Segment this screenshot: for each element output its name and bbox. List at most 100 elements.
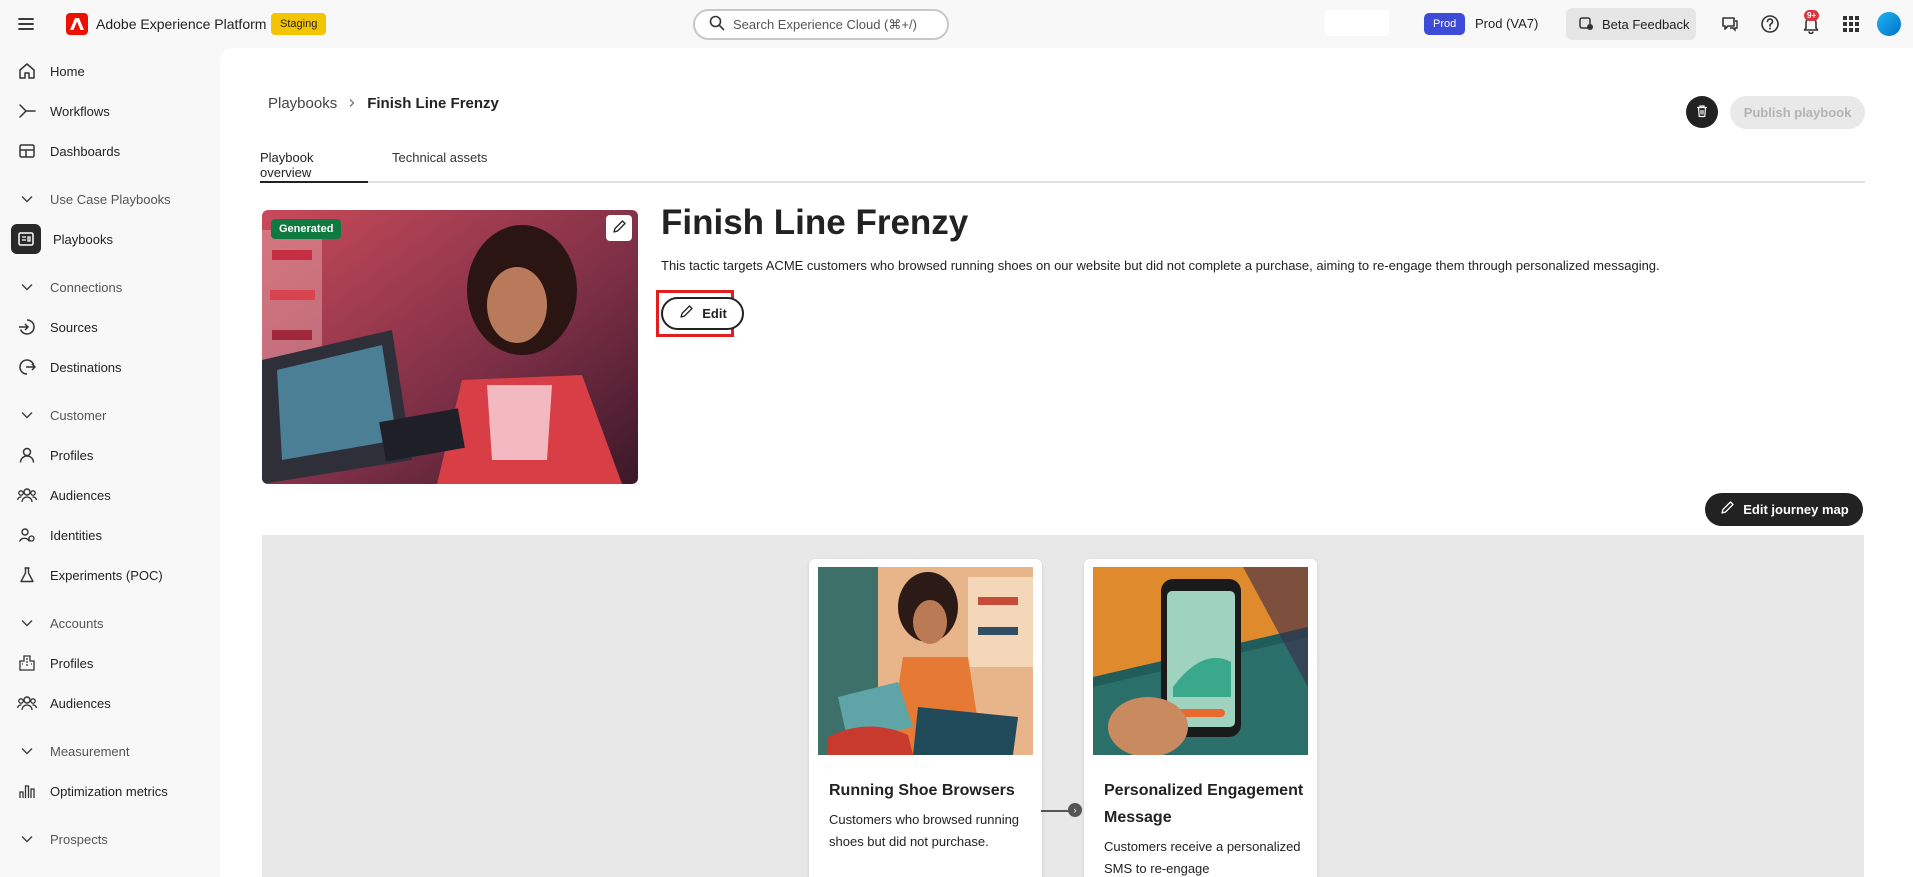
breadcrumb-current: Finish Line Frenzy [367, 95, 499, 112]
app-switcher-grid-icon[interactable] [1839, 12, 1863, 36]
app-name: Adobe Experience Platform [96, 16, 267, 32]
dashboards-icon [16, 140, 38, 162]
tab-bar: Playbook overview Technical assets [260, 150, 1865, 183]
top-bar: Adobe Experience Platform Staging Search… [0, 0, 1913, 48]
sidebar-item-home[interactable]: Home [8, 54, 208, 88]
search-icon [709, 15, 725, 34]
chat-feedback-icon[interactable] [1718, 12, 1742, 36]
beta-feedback-button[interactable]: Beta Feedback [1566, 8, 1696, 40]
journey-card-image [1093, 567, 1308, 757]
breadcrumb: Playbooks Finish Line Frenzy [268, 95, 499, 112]
home-icon [16, 60, 38, 82]
sidebar-item-destinations[interactable]: Destinations [8, 350, 208, 384]
generated-badge: Generated [271, 219, 342, 239]
trash-icon [1695, 104, 1709, 121]
feedback-icon [1578, 15, 1594, 34]
sidebar-item-customer-audiences[interactable]: Audiences [8, 478, 208, 512]
edit-image-button[interactable] [606, 215, 632, 241]
sidebar-item-account-audiences[interactable]: Audiences [8, 686, 208, 720]
journey-card-text: Customers receive a personalized SMS to … [1104, 839, 1301, 876]
edit-journey-map-button[interactable]: Edit journey map [1705, 493, 1863, 526]
publish-playbook-button[interactable]: Publish playbook [1730, 96, 1865, 129]
tab-playbook-overview[interactable]: Playbook overview [260, 150, 368, 183]
chevron-down-icon [16, 612, 38, 634]
pencil-icon [1719, 500, 1735, 519]
pencil-icon [611, 219, 627, 238]
sidebar-section-connections[interactable]: Connections [8, 270, 208, 304]
sidebar-item-dashboards[interactable]: Dashboards [8, 134, 208, 168]
sidebar-section-label: Connections [50, 279, 123, 295]
sidebar-section-measurement[interactable]: Measurement [8, 734, 208, 768]
sidebar-item-optimization-metrics[interactable]: Optimization metrics [8, 774, 208, 808]
chevron-down-icon [16, 404, 38, 426]
adobe-logo-icon [66, 13, 88, 35]
edit-details-button[interactable]: Edit [661, 297, 744, 330]
sidebar-section-accounts[interactable]: Accounts [8, 606, 208, 640]
flask-icon [16, 564, 38, 586]
sidebar-nav: Home Workflows Dashboards Use Case Playb… [0, 48, 220, 877]
sidebar-item-sources[interactable]: Sources [8, 310, 208, 344]
sidebar-section-prospects[interactable]: Prospects [8, 822, 208, 856]
sidebar-section-use-case-playbooks[interactable]: Use Case Playbooks [8, 182, 208, 216]
playbook-hero-image: Generated [262, 210, 638, 484]
chevron-down-icon [16, 740, 38, 762]
sidebar-section-label: Use Case Playbooks [50, 191, 171, 207]
workflows-icon [16, 100, 38, 122]
journey-card-personalized-engagement[interactable]: Personalized Engagement Message Customer… [1084, 559, 1317, 877]
sidebar-section-label: Accounts [50, 615, 104, 631]
sidebar-item-customer-profiles[interactable]: Profiles [8, 438, 208, 472]
audiences-icon [16, 692, 38, 714]
sidebar-section-customer[interactable]: Customer [8, 398, 208, 432]
sidebar-item-label: Audiences [50, 695, 111, 711]
playbook-description: This tactic targets ACME customers who b… [661, 258, 1660, 273]
sidebar-item-playbooks[interactable]: Playbooks [8, 222, 208, 256]
sidebar-item-account-profiles[interactable]: Profiles [8, 646, 208, 680]
user-avatar[interactable] [1877, 12, 1901, 36]
sidebar-item-label: Home [50, 63, 85, 79]
sidebar-item-identities[interactable]: Identities [8, 518, 208, 552]
sidebar-item-label: Profiles [50, 655, 94, 671]
journey-card-running-shoe-browsers[interactable]: Running Shoe Browsers Customers who brow… [809, 559, 1042, 877]
search-input[interactable]: Search Experience Cloud (⌘+/) [693, 9, 949, 40]
notification-count-badge: 9+ [1804, 10, 1820, 21]
metrics-icon [16, 780, 38, 802]
delete-playbook-button[interactable] [1686, 96, 1718, 128]
environment-badge: Staging [271, 13, 327, 35]
sidebar-item-label: Audiences [50, 487, 111, 503]
sidebar-item-label: Playbooks [53, 231, 113, 247]
sidebar-item-label: Destinations [50, 359, 122, 375]
hamburger-menu-icon[interactable] [16, 14, 36, 34]
journey-card-image [818, 567, 1033, 755]
sidebar-item-label: Identities [50, 527, 103, 543]
connector-arrow-icon[interactable]: › [1068, 803, 1082, 817]
tab-technical-assets[interactable]: Technical assets [392, 150, 487, 183]
journey-map-canvas[interactable]: Running Shoe Browsers Customers who brow… [262, 535, 1864, 877]
sidebar-item-label: Optimization metrics [50, 783, 168, 799]
sidebar-item-label: Profiles [50, 447, 94, 463]
app-brand[interactable]: Adobe Experience Platform [66, 13, 266, 35]
search-placeholder: Search Experience Cloud (⌘+/) [733, 16, 917, 32]
journey-card-title: Running Shoe Browsers [829, 782, 1015, 799]
chevron-down-icon [16, 188, 38, 210]
blank-field [1325, 10, 1389, 36]
sidebar-section-label: Prospects [50, 831, 108, 847]
profile-icon [16, 444, 38, 466]
playbook-title: Finish Line Frenzy [661, 203, 969, 242]
sidebar-item-label: Dashboards [50, 143, 121, 159]
chevron-right-icon [347, 95, 357, 112]
building-icon [16, 652, 38, 674]
help-icon[interactable] [1758, 12, 1782, 36]
beta-feedback-label: Beta Feedback [1602, 16, 1690, 32]
sidebar-item-label: Experiments (POC) [50, 567, 163, 583]
org-switcher-label[interactable]: Prod (VA7) [1475, 16, 1538, 31]
edit-button-label: Edit [702, 306, 727, 321]
sidebar-item-experiments[interactable]: Experiments (POC) [8, 558, 208, 592]
audiences-icon [16, 484, 38, 506]
destinations-icon [16, 356, 38, 378]
sidebar-item-label: Workflows [50, 103, 110, 119]
journey-card-text: Customers who browsed running shoes but … [829, 812, 1020, 849]
sidebar-item-workflows[interactable]: Workflows [8, 94, 208, 128]
breadcrumb-playbooks-link[interactable]: Playbooks [268, 95, 337, 112]
org-badge[interactable]: Prod [1424, 13, 1466, 35]
sidebar-section-label: Customer [50, 407, 107, 423]
